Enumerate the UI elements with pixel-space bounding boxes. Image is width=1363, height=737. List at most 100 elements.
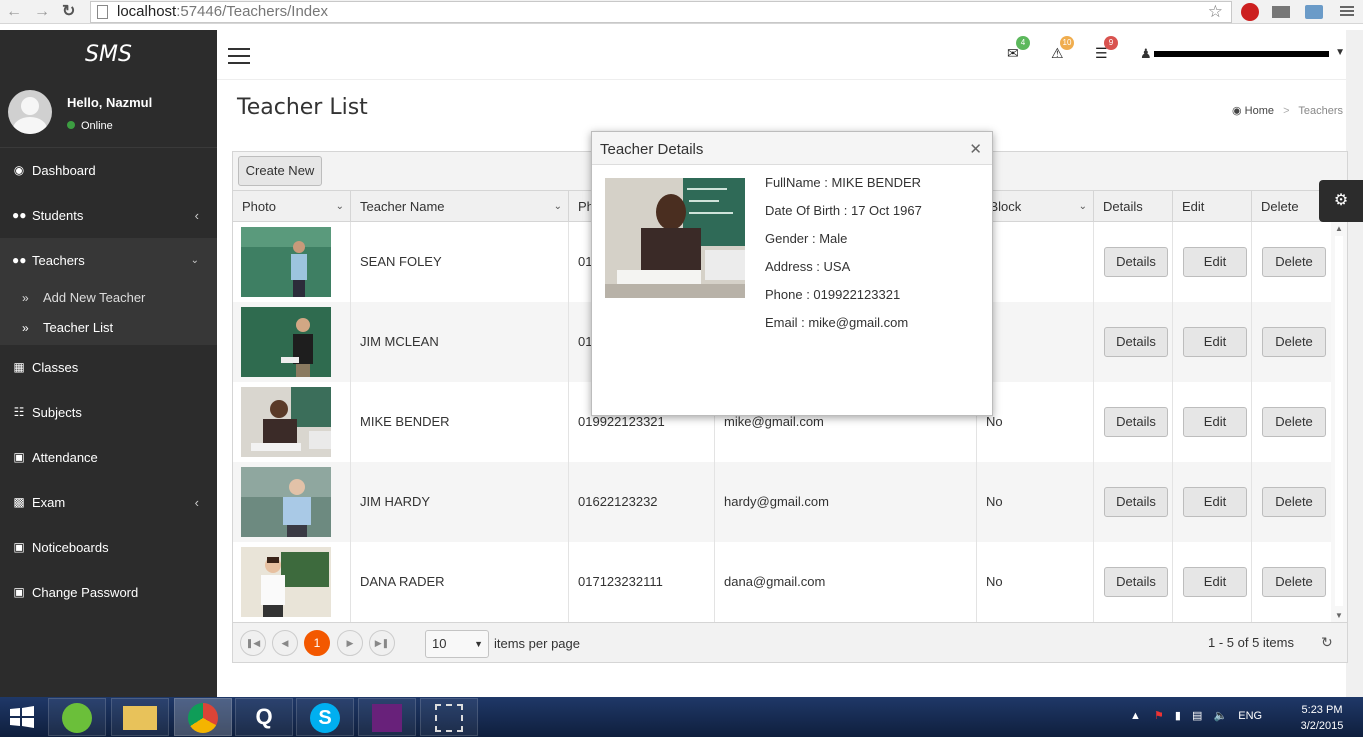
filter-chevron-icon[interactable]: ⌄ — [554, 191, 562, 222]
table-row: DANA RADER 017123232111 dana@gmail.com N… — [233, 542, 1331, 622]
sidebar-item-subjects[interactable]: ☷ Subjects — [0, 390, 217, 435]
edit-cell: Edit — [1173, 222, 1252, 302]
bookmark-star-icon[interactable]: ☆ — [1208, 2, 1223, 22]
battery-icon[interactable]: ▮ — [1175, 710, 1181, 722]
delete-cell: Delete — [1252, 542, 1331, 622]
table-row: JIM HARDY 01622123232 hardy@gmail.com No… — [233, 462, 1331, 542]
prev-page-icon[interactable]: ◀ — [272, 630, 298, 656]
photo-cell — [233, 462, 351, 542]
q-app-taskbar-icon[interactable]: Q — [235, 698, 293, 736]
user-dropdown[interactable]: ♟ ▼ — [1140, 46, 1345, 63]
sidebar-item-label: Noticeboards — [32, 540, 109, 555]
column-header-teacher-name[interactable]: Teacher Name ⌄ — [351, 191, 569, 222]
details-button[interactable]: Details — [1104, 247, 1168, 277]
language-indicator[interactable]: ENG — [1238, 710, 1262, 722]
scroll-down-arrow-icon[interactable]: ▼ — [1335, 611, 1343, 620]
sidebar-subitem-add-teacher[interactable]: » Add New Teacher — [0, 283, 217, 313]
page-scrollbar[interactable] — [1346, 30, 1363, 697]
paint-tool-taskbar-icon[interactable] — [420, 698, 478, 736]
sidebar-item-classes[interactable]: ▦ Classes — [0, 345, 217, 390]
column-header-edit: Edit — [1173, 191, 1252, 222]
delete-button[interactable]: Delete — [1262, 247, 1326, 277]
tray-expand-icon[interactable]: ▲ — [1130, 710, 1141, 722]
sidebar-item-noticeboards[interactable]: ▣ Noticeboards — [0, 525, 217, 570]
details-cell: Details — [1094, 222, 1173, 302]
teacher-details-modal: Teacher Details ✕ FullName : MIKE BENDER… — [591, 131, 993, 416]
page-button-current[interactable]: 1 — [304, 630, 330, 656]
back-arrow-icon[interactable]: ← — [6, 2, 22, 22]
camera-extension-icon[interactable] — [1305, 5, 1323, 19]
teacher-name-cell: JIM MCLEAN — [351, 302, 569, 382]
adblock-extension-icon[interactable] — [1241, 3, 1259, 21]
windows-taskbar: Q S ▲ ⚑ ▮ ▤ 🔈 ENG 5:23 PM 3/2/2015 — [0, 697, 1363, 737]
sidebar-item-dashboard[interactable]: ◉ Dashboard — [0, 148, 217, 193]
details-button[interactable]: Details — [1104, 407, 1168, 437]
isblock-cell: o — [977, 302, 1094, 382]
teacher-photo — [241, 227, 331, 297]
reload-icon[interactable]: ↻ — [62, 2, 75, 22]
filter-chevron-icon[interactable]: ⌄ — [336, 191, 344, 222]
details-button[interactable]: Details — [1104, 487, 1168, 517]
edit-button[interactable]: Edit — [1183, 407, 1247, 437]
address-bar[interactable]: localhost:57446/Teachers/Index ☆ — [90, 1, 1232, 23]
delete-button[interactable]: Delete — [1262, 407, 1326, 437]
delete-button[interactable]: Delete — [1262, 487, 1326, 517]
file-explorer-taskbar-icon[interactable] — [111, 698, 169, 736]
messages-notification[interactable]: ✉ 4 — [1007, 36, 1030, 67]
scroll-thumb[interactable] — [1335, 236, 1343, 606]
chrome-menu-icon[interactable] — [1340, 3, 1354, 21]
sidebar-item-exam[interactable]: ▩ Exam ‹ — [0, 480, 217, 525]
utorrent-taskbar-icon[interactable] — [48, 698, 106, 736]
network-flag-icon[interactable]: ⚑ — [1154, 710, 1164, 722]
page-size-value: 10 — [432, 636, 447, 651]
breadcrumb-home[interactable]: Home — [1245, 105, 1274, 117]
teacher-name-cell: SEAN FOLEY — [351, 222, 569, 302]
chevron-down-icon: ⌄ — [190, 255, 199, 266]
skype-taskbar-icon[interactable]: S — [296, 698, 354, 736]
grid-scrollbar[interactable]: ▲ ▼ — [1331, 222, 1347, 622]
edit-button[interactable]: Edit — [1183, 487, 1247, 517]
sidebar-subitem-teacher-list[interactable]: » Teacher List — [0, 313, 217, 343]
create-new-button[interactable]: Create New — [238, 156, 322, 186]
scroll-up-arrow-icon[interactable]: ▲ — [1335, 224, 1343, 233]
delete-button[interactable]: Delete — [1262, 567, 1326, 597]
column-header-photo[interactable]: Photo ⌄ — [233, 191, 351, 222]
brand-logo[interactable]: SMS — [0, 30, 217, 80]
chrome-taskbar-icon[interactable] — [174, 698, 232, 736]
sidebar-item-attendance[interactable]: ▣ Attendance — [0, 435, 217, 480]
windows-start-icon[interactable] — [8, 705, 36, 729]
warnings-notification[interactable]: ⚠ 10 — [1051, 36, 1074, 67]
system-clock[interactable]: 5:23 PM 3/2/2015 — [1297, 702, 1347, 734]
hamburger-menu-icon[interactable] — [228, 48, 250, 64]
volume-icon[interactable]: 🔈 — [1213, 710, 1227, 722]
details-button[interactable]: Details — [1104, 327, 1168, 357]
edit-button[interactable]: Edit — [1183, 247, 1247, 277]
page-size-select[interactable]: 10 ▼ — [425, 630, 489, 658]
sidebar-item-teachers[interactable]: ●● Teachers ⌄ — [0, 238, 217, 283]
delete-cell: Delete — [1252, 302, 1331, 382]
filter-chevron-icon[interactable]: ⌄ — [1079, 191, 1087, 222]
photo-cell — [233, 382, 351, 462]
detail-email: Email : mike@gmail.com — [765, 315, 909, 330]
caret-down-icon: ▼ — [474, 639, 483, 649]
column-header-isblock[interactable]: sBlock ⌄ — [977, 191, 1094, 222]
forward-arrow-icon[interactable]: → — [34, 2, 50, 22]
next-page-icon[interactable]: ▶ — [337, 630, 363, 656]
first-page-icon[interactable]: ❚◀ — [240, 630, 266, 656]
clock-date: 3/2/2015 — [1300, 720, 1344, 732]
edit-button[interactable]: Edit — [1183, 327, 1247, 357]
network-icon[interactable]: ▤ — [1192, 710, 1202, 722]
tasks-notification[interactable]: ☰ 9 — [1095, 36, 1118, 67]
sidebar-item-change-password[interactable]: ▣ Change Password — [0, 570, 217, 615]
sidebar-item-students[interactable]: ●● Students ‹ — [0, 193, 217, 238]
details-button[interactable]: Details — [1104, 567, 1168, 597]
refresh-icon[interactable]: ↻ — [1321, 634, 1333, 651]
user-panel: Hello, Nazmul Online — [0, 80, 217, 148]
close-icon[interactable]: ✕ — [969, 132, 982, 168]
last-page-icon[interactable]: ▶❚ — [369, 630, 395, 656]
mail-extension-icon[interactable] — [1272, 6, 1290, 18]
visual-studio-taskbar-icon[interactable] — [358, 698, 416, 736]
settings-gear-icon[interactable]: ⚙ — [1319, 180, 1363, 222]
edit-button[interactable]: Edit — [1183, 567, 1247, 597]
delete-button[interactable]: Delete — [1262, 327, 1326, 357]
